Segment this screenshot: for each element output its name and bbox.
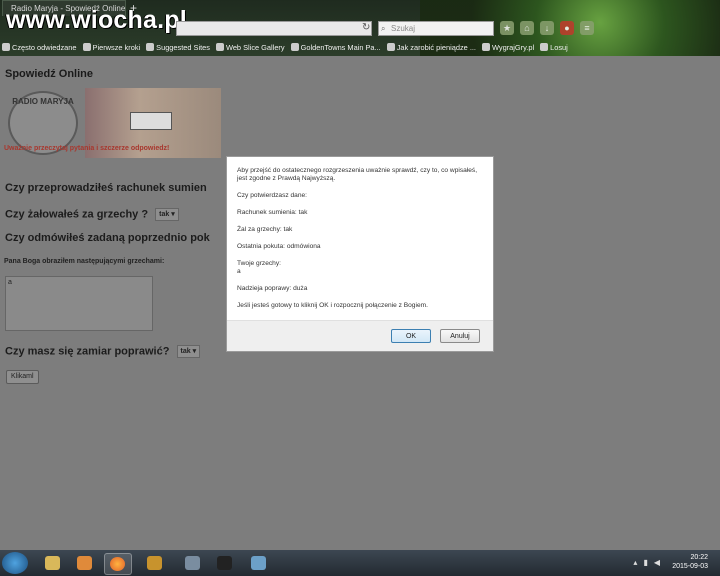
media-icon	[77, 556, 92, 570]
clock[interactable]: 20:22 2015-09-03	[672, 553, 708, 571]
submit-button[interactable]: Klikaml	[6, 370, 39, 384]
question-label: Czy masz się zamiar poprawić?	[5, 345, 170, 358]
taskbar-app[interactable]	[212, 553, 238, 573]
firefox-icon	[110, 557, 125, 571]
clock-time: 20:22	[690, 554, 708, 561]
bookmark-item[interactable]: WygrajGry.pl	[482, 40, 534, 54]
start-button[interactable]	[2, 552, 28, 574]
dialog-confirm: Czy potwierdzasz dane:	[237, 192, 308, 199]
improve-select[interactable]: tak ▾	[176, 345, 201, 358]
search-icon: ⌕	[381, 24, 386, 33]
bookmark-icon	[290, 43, 299, 51]
taskbar: ▴ ▮ ◀ 20:22 2015-09-03	[0, 550, 720, 576]
photo-sign	[130, 112, 172, 130]
question-examination: Czy przeprowadziłeś rachunek sumien	[5, 182, 207, 194]
dialog-sins: Twoje grzechy: a	[237, 260, 281, 275]
bookmark-item[interactable]: Suggested Sites	[146, 40, 210, 54]
search-placeholder: Szukaj	[391, 24, 416, 33]
regret-select[interactable]: tak ▾	[155, 208, 179, 221]
taskbar-app[interactable]	[142, 553, 168, 573]
taskbar-firefox[interactable]	[104, 553, 132, 575]
app-icon	[217, 556, 232, 570]
tray-arrow-icon[interactable]: ▴	[633, 558, 637, 567]
bookmark-item[interactable]: Losuj	[540, 40, 568, 54]
page-title: Spowiedź Online	[5, 68, 94, 80]
app-icon	[147, 556, 162, 570]
app-icon	[185, 556, 200, 570]
taskbar-media[interactable]	[72, 553, 98, 573]
system-tray: ▴ ▮ ◀	[633, 558, 660, 567]
dialog-body: Aby przejść do ostatecznego rozgrzeszeni…	[227, 157, 493, 310]
question-improve: Czy masz się zamiar poprawić? tak ▾	[5, 345, 201, 358]
network-icon[interactable]: ▮	[643, 558, 647, 567]
menu-icon[interactable]: ≡	[580, 21, 594, 35]
dialog-footer: OK Anuluj	[227, 320, 493, 351]
search-input[interactable]: ⌕ Szukaj	[378, 21, 494, 36]
clock-date: 2015-09-03	[672, 563, 708, 570]
browser-chrome: Radio Maryja - Spowiedź Online + www.wio…	[0, 0, 720, 56]
bookmark-item[interactable]: GoldenTowns Main Pa...	[290, 40, 381, 54]
sins-textarea[interactable]: a	[5, 276, 153, 331]
bookmark-icon	[540, 43, 549, 51]
sins-label: Pana Boga obraziłem następującymi grzech…	[4, 258, 165, 265]
ok-button[interactable]: OK	[391, 329, 431, 343]
volume-icon[interactable]: ◀	[654, 558, 660, 567]
watermark: www.wiocha.pl	[6, 6, 187, 34]
bookmark-icon	[2, 43, 10, 51]
taskbar-app[interactable]	[180, 553, 206, 573]
dialog-intro: Aby przejść do ostatecznego rozgrzeszeni…	[237, 167, 478, 182]
cancel-button[interactable]: Anuluj	[440, 329, 480, 343]
dialog-penance: Ostatnia pokuta: odmówiona	[237, 243, 321, 250]
bookmark-icon	[215, 43, 224, 51]
warning-text: Uważnie przeczytaj pytania i szczerze od…	[4, 145, 170, 152]
bookmarks-bar: Często odwiedzane Pierwsze kroki Suggest…	[0, 40, 720, 54]
bookmark-icon	[386, 43, 395, 51]
addon-icon[interactable]: ●	[560, 21, 574, 35]
bookmark-icon	[82, 43, 91, 51]
dialog-examination: Rachunek sumienia: tak	[237, 209, 308, 216]
bookmark-item[interactable]: Jak zarobić pieniądze ...	[386, 40, 476, 54]
home-icon[interactable]: ⌂	[520, 21, 534, 35]
folder-icon	[45, 556, 60, 570]
question-regret: Czy żałowałeś za grzechy ? tak ▾	[5, 208, 179, 221]
address-bar[interactable]	[176, 21, 372, 36]
bookmark-item[interactable]: Często odwiedzane	[2, 40, 77, 54]
dialog-regret: Żal za grzechy: tak	[237, 226, 293, 233]
reload-icon[interactable]: ↻	[362, 22, 374, 34]
toolbar-icons: ★ ⌂ ↓ ● ≡	[500, 21, 594, 35]
bookmark-item[interactable]: Web Slice Gallery	[215, 40, 285, 54]
bookmark-icon	[146, 43, 155, 51]
star-icon[interactable]: ★	[500, 21, 514, 35]
bookmark-icon	[482, 43, 490, 51]
taskbar-explorer[interactable]	[40, 553, 66, 573]
question-penance: Czy odmówiłeś zadaną poprzednio pok	[5, 232, 210, 244]
confirm-dialog: Aby przejść do ostatecznego rozgrzeszeni…	[226, 156, 494, 352]
app-icon	[251, 556, 266, 570]
download-icon[interactable]: ↓	[540, 21, 554, 35]
bookmark-item[interactable]: Pierwsze kroki	[82, 40, 140, 54]
dialog-improve: Nadzieja poprawy: duża	[237, 285, 308, 292]
taskbar-app[interactable]	[246, 553, 272, 573]
question-label: Czy żałowałeś za grzechy ?	[5, 208, 149, 221]
dialog-outro: Jeśli jesteś gotowy to kliknij OK i rozp…	[237, 302, 428, 309]
